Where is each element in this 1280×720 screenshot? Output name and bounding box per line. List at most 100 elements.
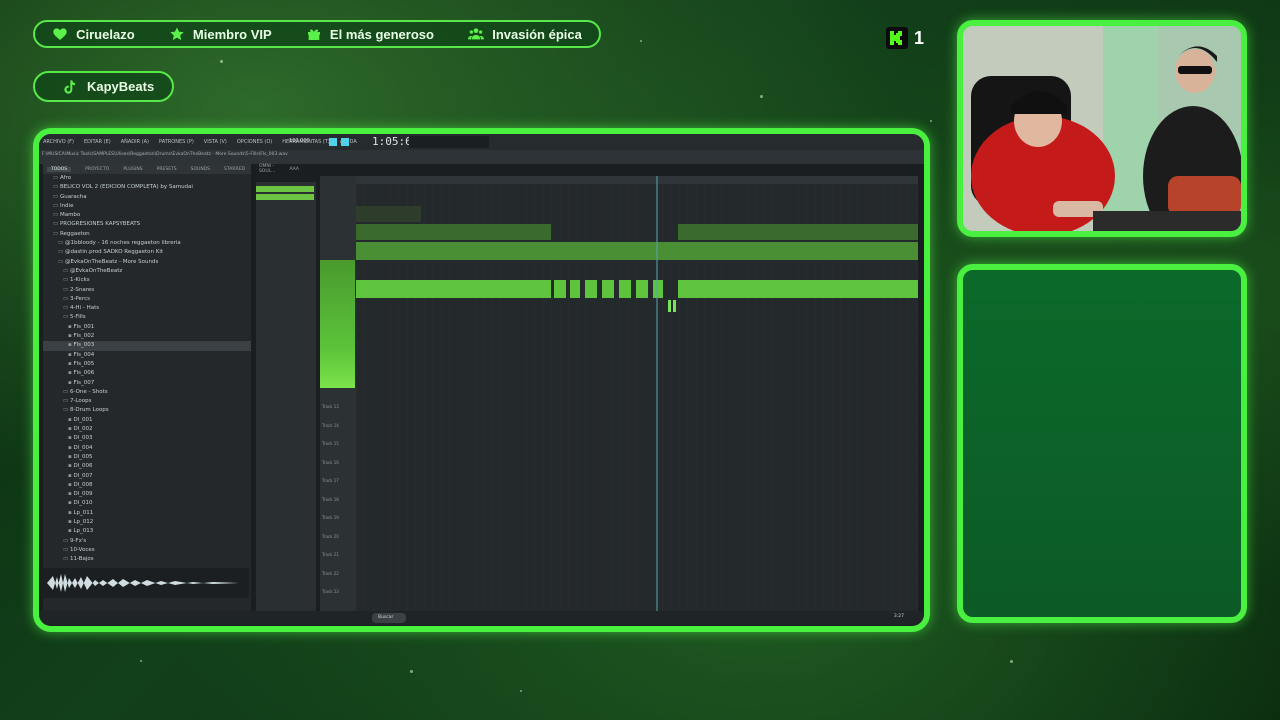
browser-file-item[interactable]: ▪ Lp_012 xyxy=(43,518,251,527)
browser-file-item[interactable]: ▪ Fls_004 xyxy=(43,351,251,360)
browser-file-item[interactable]: ▪ Dl_003 xyxy=(43,434,251,443)
track-label[interactable]: Track 16 xyxy=(322,460,339,465)
browser-file-item[interactable]: ▪ Dl_007 xyxy=(43,472,251,481)
track-label[interactable]: Track 14 xyxy=(322,423,339,428)
stop-button[interactable] xyxy=(341,138,349,146)
tempo-display[interactable]: 100.000 xyxy=(289,138,310,144)
browser-folder-item[interactable]: ▭ 6-One - Shots xyxy=(43,388,251,397)
browser-tab[interactable]: SOUNDS xyxy=(191,167,210,172)
browser-file-item[interactable]: ▪ Dl_010 xyxy=(43,499,251,508)
browser-folder-item[interactable]: ▭ @1bbloody - 16 noches reggaeton librer… xyxy=(43,239,251,248)
fl-toolbar: F:\MUSICA\Music Tools\SAMPLES\Ulises\Reg… xyxy=(39,150,924,164)
folder-icon: ▭ xyxy=(63,537,70,544)
taskbar-search[interactable]: Buscar xyxy=(372,613,406,623)
menu-item[interactable]: VISTA (V) xyxy=(204,139,227,145)
browser-item-label: Dl_003 xyxy=(73,435,93,442)
track-label[interactable]: Track 22 xyxy=(322,571,339,576)
browser-folder-item[interactable]: ▭ Afro xyxy=(43,174,251,183)
browser-item-label: Dl_004 xyxy=(73,444,93,451)
track-label[interactable]: Track 23 xyxy=(322,589,339,594)
browser-folder-item[interactable]: ▭ 2-Snares xyxy=(43,286,251,295)
browser-item-label: Afro xyxy=(59,175,71,181)
browser-file-item[interactable]: ▪ Fls_006 xyxy=(43,369,251,378)
track-label[interactable]: Track 18 xyxy=(322,497,339,502)
star-icon xyxy=(170,27,184,41)
browser-folder-item[interactable]: ▭ 9-Fx's xyxy=(43,537,251,546)
browser-file-item[interactable]: ▪ Dl_004 xyxy=(43,444,251,453)
browser-folder-item[interactable]: ▭ Reggaeton xyxy=(43,230,251,239)
browser-folder-item[interactable]: ▭ Indie xyxy=(43,202,251,211)
browser-file-item[interactable]: ▪ Dl_005 xyxy=(43,453,251,462)
browser-file-item[interactable]: ▪ Fls_003 xyxy=(43,341,251,351)
browser-item-label: Fls_003 xyxy=(73,342,95,349)
browser-file-item[interactable]: ▪ Lp_011 xyxy=(43,509,251,518)
browser-folder-item[interactable]: ▭ @EvkaOnTheBeatz xyxy=(43,267,251,276)
browser-file-item[interactable]: ▪ Fls_001 xyxy=(43,323,251,332)
browser-tab[interactable]: STARRED xyxy=(224,167,245,172)
screen-capture-panel: ARCHIVO (F) EDITAR (E) AÑADIR (A) PATRON… xyxy=(33,128,930,632)
menu-item[interactable]: EDITAR (E) xyxy=(84,139,111,145)
folder-icon: ▭ xyxy=(53,212,60,219)
alert-label: Miembro VIP xyxy=(192,26,272,42)
track-label[interactable]: Track 13 xyxy=(322,404,339,409)
browser-item-label: 1-Kicks xyxy=(69,277,90,284)
browser-folder-item[interactable]: ▭ PROGRESIONES KAPSYBEATS xyxy=(43,220,251,229)
folder-icon: ▭ xyxy=(53,202,60,209)
channel-pattern-clip[interactable] xyxy=(256,194,314,200)
browser-file-item[interactable]: ▪ Dl_008 xyxy=(43,481,251,490)
browser-file-item[interactable]: ▪ Lp_013 xyxy=(43,527,251,536)
browser-folder-item[interactable]: ▭ 3-Percs xyxy=(43,295,251,304)
browser-item-label: Dl_006 xyxy=(73,463,93,470)
browser-item-label: 8-Drum Loops xyxy=(69,407,109,414)
browser-tab[interactable]: AAA xyxy=(289,167,299,172)
browser-file-item[interactable]: ▪ Dl_009 xyxy=(43,490,251,499)
browser-folder-item[interactable]: ▭ @EvkaOnTheBeatz - More Sounds xyxy=(43,258,251,267)
track-label[interactable]: Track 21 xyxy=(322,552,339,557)
browser-file-item[interactable]: ▪ Dl_001 xyxy=(43,416,251,425)
browser-file-item[interactable]: ▪ Dl_006 xyxy=(43,462,251,471)
users-icon xyxy=(468,28,485,40)
play-button[interactable] xyxy=(329,138,337,146)
track-label[interactable]: Track 17 xyxy=(322,478,339,483)
browser-folder-item[interactable]: ▭ Mambo xyxy=(43,211,251,220)
tiktok-handle-badge: KapyBeats xyxy=(33,71,174,102)
browser-folder-item[interactable]: ▭ 10-Voces xyxy=(43,546,251,555)
channel-pattern-clip[interactable] xyxy=(256,186,314,192)
browser-item-label: 5-Fills xyxy=(69,314,86,321)
menu-item[interactable]: PATRONES (P) xyxy=(159,139,194,145)
browser-file-item[interactable]: ▪ Dl_002 xyxy=(43,425,251,434)
folder-icon: ▭ xyxy=(63,295,70,302)
track-label[interactable]: Track 15 xyxy=(322,441,339,446)
browser-folder-item[interactable]: ▭ 11-Bajos xyxy=(43,555,251,564)
browser-folder-item[interactable]: ▭ 4-Hi - Hats xyxy=(43,304,251,313)
browser-tab[interactable]: TODOS xyxy=(47,166,72,172)
track-label[interactable]: Track 19 xyxy=(322,515,339,520)
browser-tab[interactable]: PLUGINS xyxy=(123,167,142,172)
track-header-green-group[interactable] xyxy=(320,260,355,388)
browser-item-label: Fls_001 xyxy=(73,323,95,330)
menu-item[interactable]: OPCIONES (O) xyxy=(237,139,272,145)
folder-icon: ▭ xyxy=(53,230,60,237)
menu-item[interactable]: AÑADIR (A) xyxy=(121,139,149,145)
browser-folder-item[interactable]: ▭ 1-Kicks xyxy=(43,276,251,285)
browser-tab[interactable]: PROYECTO xyxy=(85,167,109,172)
folder-icon: ▭ xyxy=(63,556,70,563)
browser-tab[interactable]: PRESETS xyxy=(157,167,177,172)
menu-item[interactable]: ARCHIVO (F) xyxy=(43,139,74,145)
sample-preview-waveform[interactable] xyxy=(43,568,249,598)
browser-folder-item[interactable]: ▭ 8-Drum Loops xyxy=(43,406,251,415)
track-label[interactable]: Track 20 xyxy=(322,534,339,539)
browser-folder-item[interactable]: ▭ Guaracha xyxy=(43,193,251,202)
browser-folder-item[interactable]: ▭ @dastin.prod SADKO Reggaeton Kit xyxy=(43,248,251,257)
browser-folder-item[interactable]: ▭ 7-Loops xyxy=(43,397,251,406)
browser-file-item[interactable]: ▪ Fls_005 xyxy=(43,360,251,369)
alert-label: Ciruelazo xyxy=(76,26,135,42)
browser-file-item[interactable]: ▪ Fls_007 xyxy=(43,379,251,388)
folder-icon: ▭ xyxy=(63,286,70,293)
browser-item-label: Dl_008 xyxy=(73,481,93,488)
windows-taskbar: Buscar 3:27 xyxy=(39,611,924,625)
browser-file-item[interactable]: ▪ Fls_002 xyxy=(43,332,251,341)
browser-tab[interactable]: OMNI - SOUL... xyxy=(259,164,276,174)
browser-folder-item[interactable]: ▭ 5-Fills xyxy=(43,313,251,322)
browser-folder-item[interactable]: ▭ BELICO VOL 2 (EDICION COMPLETA) by Sam… xyxy=(43,183,251,192)
